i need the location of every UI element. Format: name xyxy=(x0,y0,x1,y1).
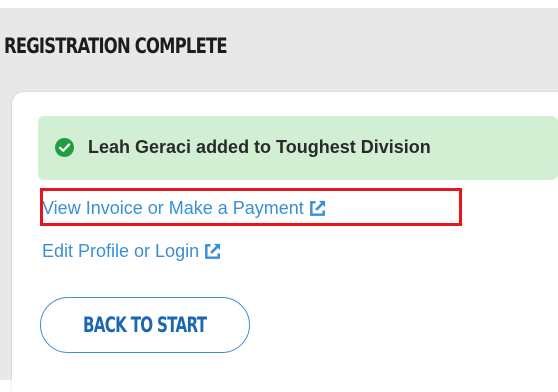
highlight-box xyxy=(40,188,462,226)
page: REGISTRATION COMPLETE Leah Geraci added … xyxy=(0,0,558,392)
back-to-start-button[interactable]: BACK TO START xyxy=(40,297,250,353)
panel-title: REGISTRATION COMPLETE xyxy=(4,34,228,58)
check-circle-icon xyxy=(55,138,74,157)
registration-panel: REGISTRATION COMPLETE Leah Geraci added … xyxy=(0,8,558,392)
edit-profile-link[interactable]: Edit Profile or Login xyxy=(42,241,222,262)
registration-card: Leah Geraci added to Toughest Division V… xyxy=(12,92,558,392)
back-to-start-label: BACK TO START xyxy=(83,313,207,337)
success-alert: Leah Geraci added to Toughest Division xyxy=(38,116,558,180)
edit-profile-label: Edit Profile or Login xyxy=(42,241,200,261)
success-message: Leah Geraci added to Toughest Division xyxy=(88,137,431,157)
external-link-icon xyxy=(205,243,221,259)
